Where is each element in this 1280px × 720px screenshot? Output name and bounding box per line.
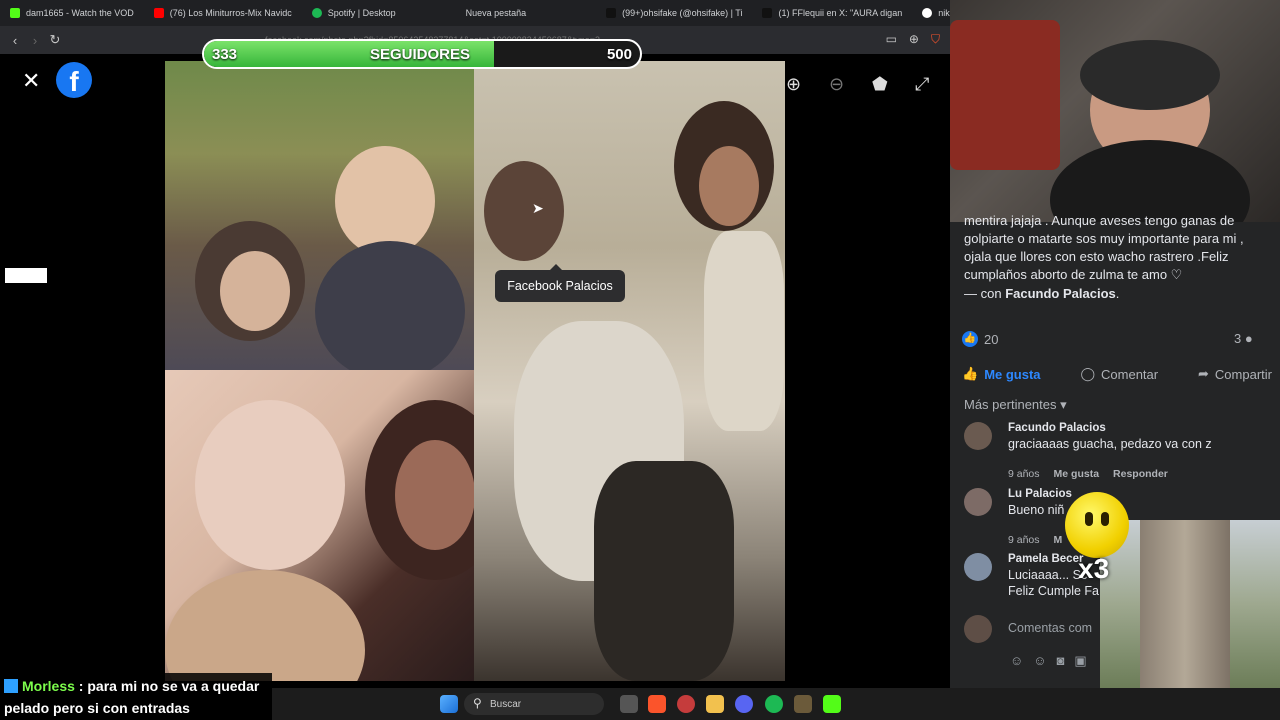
multiplier-text: x3 bbox=[1078, 553, 1110, 584]
zoom-icon[interactable]: ⊕ bbox=[909, 32, 919, 47]
fullscreen-icon[interactable]: ⤢ bbox=[915, 74, 929, 95]
photo-panel-mirror-selfie bbox=[474, 61, 785, 681]
browser-tab-bar: dam1665 - Watch the VOD (76) Los Minitur… bbox=[0, 0, 950, 26]
comment-reply-link[interactable]: Responder bbox=[1113, 468, 1168, 480]
comment-meta: 9 años Me gusta Responder bbox=[1008, 468, 1168, 480]
comment-like-link[interactable]: Me gusta bbox=[1054, 468, 1100, 480]
share-icon: ➦ bbox=[1198, 366, 1209, 381]
emoji-overlay bbox=[1065, 492, 1129, 558]
tagged-with: — con Facundo Palacios. bbox=[964, 286, 1120, 301]
browser-tab[interactable]: nike 2011 - Buscar c bbox=[912, 0, 950, 26]
comment-text: Bueno niñ bbox=[1008, 503, 1065, 517]
comment-sort-dropdown[interactable]: Más pertinentes ▾ bbox=[964, 397, 1067, 413]
post-caption: mentira jajaja . Aunque aveses tengo gan… bbox=[964, 213, 1244, 282]
post-actions: 👍 Me gusta ◯ Comentar ➦ Compartir bbox=[962, 360, 1272, 388]
chat-message: Morless : para mi no se va a quedar pela… bbox=[0, 673, 272, 720]
file-explorer-icon[interactable] bbox=[706, 695, 724, 713]
comment-input[interactable]: Comentas com bbox=[1008, 621, 1092, 635]
mouse-cursor-icon: ➤ bbox=[532, 200, 544, 216]
windows-taskbar: Buscar bbox=[272, 688, 1280, 720]
comment-text: Feliz Cumple Fa bbox=[1008, 584, 1099, 598]
comment-count[interactable]: 3 ● bbox=[1234, 331, 1253, 346]
windows-start-icon[interactable] bbox=[440, 695, 458, 713]
tag-tooltip: Facebook Palacios bbox=[495, 264, 625, 302]
follower-goal-bar: 333 SEGUIDORES 500 bbox=[202, 39, 642, 69]
google-icon bbox=[922, 8, 933, 18]
reload-icon[interactable]: ↻ bbox=[45, 32, 65, 48]
browser-tab[interactable]: (76) Los Miniturros-Mix Navidc bbox=[144, 0, 302, 26]
avatar[interactable] bbox=[964, 422, 992, 450]
zoom-out-icon[interactable]: ⊖ bbox=[829, 74, 844, 95]
kick-icon bbox=[10, 8, 20, 18]
brave-shield-icon[interactable]: ⛉ bbox=[931, 32, 940, 47]
brave-icon[interactable] bbox=[648, 695, 666, 713]
like-count: 20 bbox=[984, 331, 999, 347]
spotify-icon[interactable] bbox=[765, 695, 783, 713]
thumbs-up-icon: 👍 bbox=[962, 366, 979, 381]
avatar-sticker-icon[interactable]: ☺ bbox=[1010, 653, 1023, 669]
overlay-video-clip bbox=[1100, 520, 1280, 688]
emoji-icon[interactable]: ☺ bbox=[1033, 653, 1046, 669]
x-icon bbox=[762, 8, 773, 18]
follower-label: SEGUIDORES bbox=[370, 46, 471, 63]
tag-icon[interactable]: ⬟ bbox=[872, 74, 888, 95]
chat-username: Morless bbox=[22, 678, 75, 694]
browser-tab[interactable]: (99+)ohsifake (@ohsifake) | Ti bbox=[536, 0, 752, 26]
zoom-in-icon[interactable]: ⊕ bbox=[786, 74, 801, 95]
avatar[interactable] bbox=[964, 553, 992, 581]
comment-text: Luciaaaa... Sc bbox=[1008, 568, 1088, 582]
taskbar-search[interactable]: Buscar bbox=[464, 693, 604, 715]
browser-tab[interactable]: Spotify | Desktop bbox=[302, 0, 406, 26]
webcam-overlay bbox=[950, 0, 1280, 222]
youtube-icon bbox=[153, 8, 164, 18]
camera-icon[interactable]: ◙ bbox=[1057, 653, 1065, 669]
follower-count: 333 bbox=[212, 46, 238, 63]
composer-avatar bbox=[964, 615, 992, 643]
avatar bbox=[964, 615, 992, 643]
back-icon[interactable]: ‹ bbox=[5, 33, 25, 48]
caret-down-icon: ▾ bbox=[1060, 397, 1067, 412]
comment-author[interactable]: Lu Palacios bbox=[1008, 488, 1072, 500]
comment-icon: ◯ bbox=[1080, 366, 1096, 381]
screenshot-icon[interactable]: ▭ bbox=[886, 32, 897, 47]
composer-tools: ☺ ☺ ◙ ▣ bbox=[1010, 653, 1087, 669]
browser-tab[interactable]: Nueva pestaña bbox=[406, 0, 537, 26]
comment-meta: 9 años M bbox=[1008, 534, 1063, 546]
app-icon[interactable] bbox=[794, 695, 812, 713]
gif-icon[interactable]: ▣ bbox=[1074, 653, 1086, 669]
photo-panel-children bbox=[165, 61, 474, 370]
twitch-icon bbox=[4, 679, 18, 693]
comment-item: Facundo Palacios graciaaaas guacha, peda… bbox=[964, 422, 1264, 482]
reaction-summary[interactable]: 👍 20 bbox=[962, 331, 998, 347]
task-view-icon[interactable] bbox=[620, 695, 638, 713]
post-photo[interactable] bbox=[165, 61, 785, 681]
browser-tab[interactable]: dam1665 - Watch the VOD bbox=[0, 0, 144, 26]
facebook-logo-icon[interactable]: f bbox=[56, 62, 92, 98]
comment-bubble-icon: ● bbox=[1244, 331, 1253, 346]
comment-text: graciaaaas guacha, pedazo va con z bbox=[1008, 437, 1212, 451]
browser-tab[interactable]: (1) FFlequii en X: "AURA digan bbox=[752, 0, 912, 26]
kick-icon[interactable] bbox=[823, 695, 841, 713]
tiktok-icon bbox=[606, 8, 617, 18]
like-reaction-icon: 👍 bbox=[962, 331, 978, 347]
tagged-user-link[interactable]: Facundo Palacios bbox=[1005, 286, 1116, 301]
comment-button[interactable]: ◯ Comentar bbox=[1080, 360, 1158, 388]
overlay-rectangle bbox=[5, 268, 47, 283]
comment-like-link[interactable]: M bbox=[1054, 534, 1063, 546]
discord-icon[interactable] bbox=[735, 695, 753, 713]
follower-goal: 500 bbox=[606, 46, 632, 63]
forward-icon[interactable]: › bbox=[25, 33, 45, 48]
photo-panel-couple bbox=[165, 370, 474, 681]
spotify-icon bbox=[311, 8, 322, 18]
recorder-icon[interactable] bbox=[677, 695, 695, 713]
comment-author[interactable]: Facundo Palacios bbox=[1008, 422, 1106, 434]
share-button[interactable]: ➦ Compartir bbox=[1198, 360, 1272, 388]
avatar[interactable] bbox=[964, 488, 992, 516]
close-icon[interactable]: ✕ bbox=[22, 68, 40, 94]
comment-author[interactable]: Pamela Becer bbox=[1008, 553, 1083, 565]
like-button[interactable]: 👍 Me gusta bbox=[962, 360, 1041, 388]
